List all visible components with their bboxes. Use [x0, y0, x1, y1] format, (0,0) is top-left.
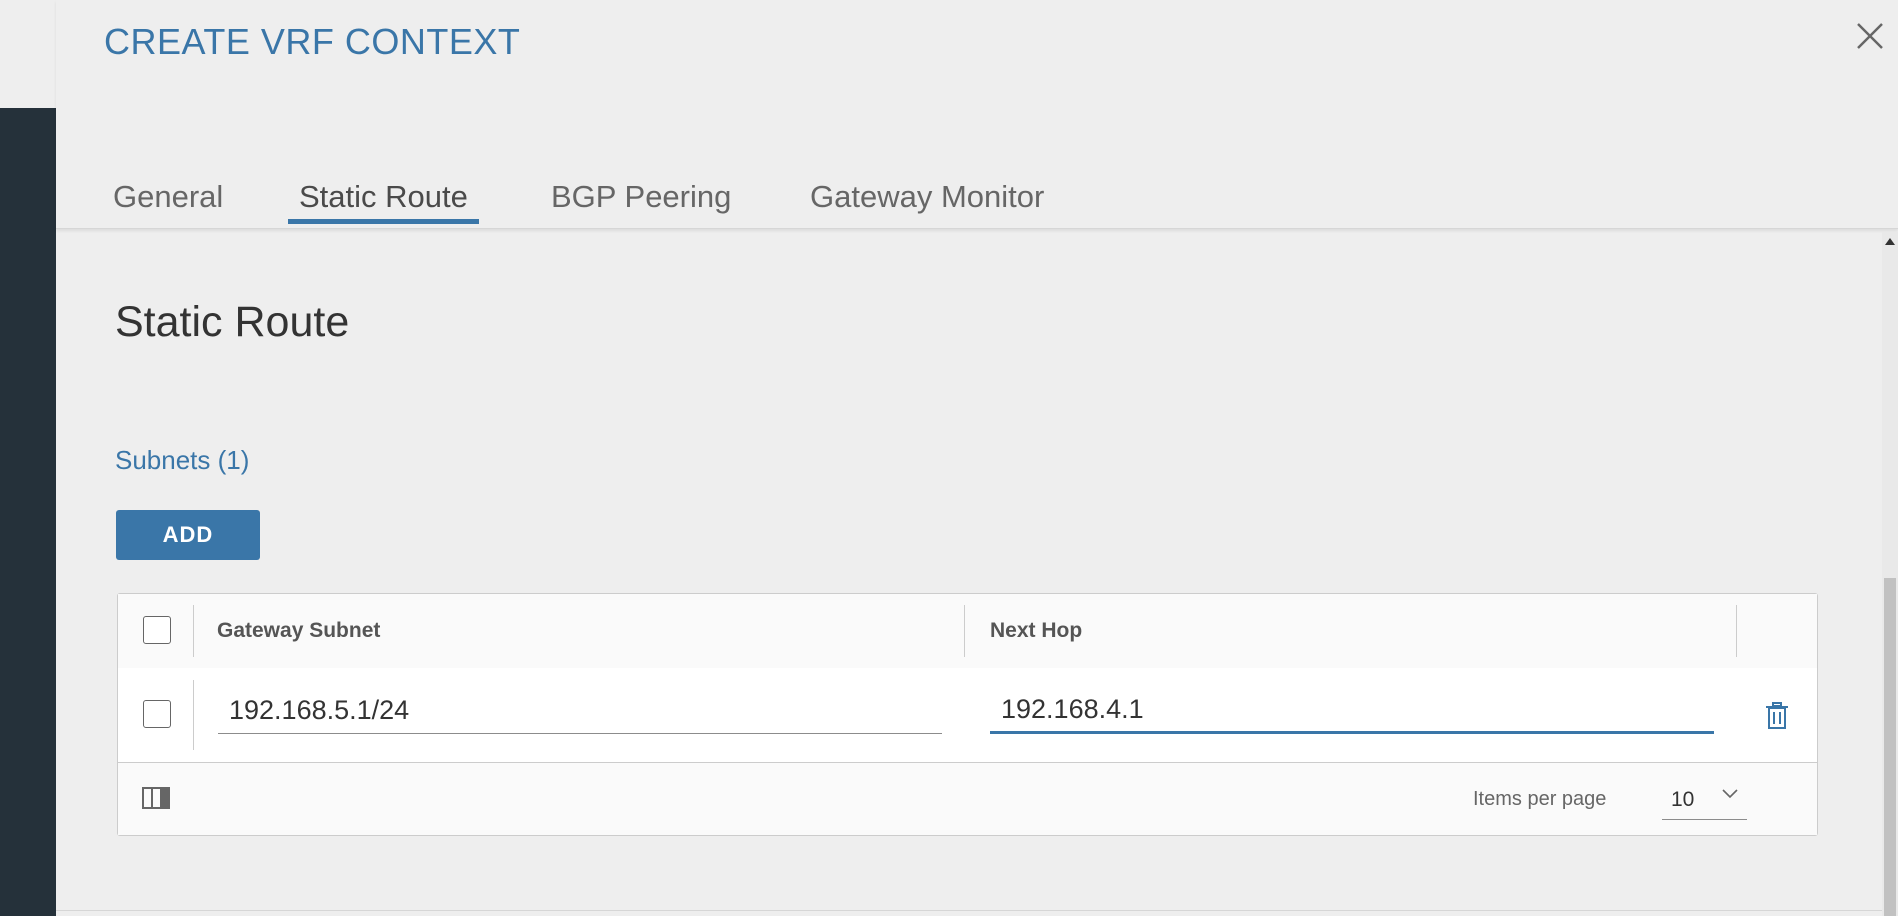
close-button[interactable] [1848, 14, 1892, 58]
subnets-grid: Gateway Subnet Next Hop Item [117, 593, 1818, 836]
column-divider[interactable] [964, 605, 965, 657]
tab-general[interactable]: General [102, 170, 234, 224]
select-all-checkbox[interactable] [143, 616, 171, 644]
tab-gateway-monitor[interactable]: Gateway Monitor [799, 170, 1055, 224]
row-checkbox[interactable] [143, 700, 171, 728]
grid-footer: Items per page 10 [118, 763, 1817, 835]
items-per-page-value: 10 [1671, 788, 1695, 811]
delete-row-button[interactable] [1764, 702, 1790, 730]
subnets-count-label: Subnets (1) [115, 445, 250, 475]
chevron-down-icon [1722, 789, 1738, 799]
column-divider [193, 680, 194, 750]
background-sidebar [0, 108, 56, 916]
column-toggle-button[interactable] [142, 786, 170, 810]
grid-header: Gateway Subnet Next Hop [118, 594, 1817, 669]
scrollbar-thumb[interactable] [1884, 578, 1896, 916]
section-title: Static Route [115, 298, 350, 346]
items-per-page-select[interactable]: 10 [1662, 781, 1747, 820]
trash-icon [1766, 702, 1788, 729]
column-divider [193, 605, 194, 657]
modal-title: CREATE VRF CONTEXT [104, 21, 521, 62]
footer-divider [56, 910, 1882, 911]
column-header-gateway-subnet[interactable]: Gateway Subnet [217, 594, 380, 668]
tab-static-route[interactable]: Static Route [288, 170, 479, 224]
column-header-next-hop[interactable]: Next Hop [990, 594, 1082, 668]
gateway-subnet-input[interactable] [218, 688, 942, 734]
tab-bgp-peering[interactable]: BGP Peering [540, 170, 742, 224]
table-row [118, 668, 1817, 763]
scroll-up-arrow-icon[interactable] [1885, 238, 1895, 245]
column-toggle-icon [142, 787, 170, 809]
add-subnet-button[interactable]: ADD [116, 510, 260, 560]
vertical-scrollbar[interactable] [1882, 232, 1898, 916]
items-per-page-label: Items per page [1473, 788, 1607, 810]
column-divider[interactable] [1736, 605, 1737, 657]
next-hop-input[interactable] [990, 688, 1714, 734]
close-icon [1857, 23, 1883, 49]
